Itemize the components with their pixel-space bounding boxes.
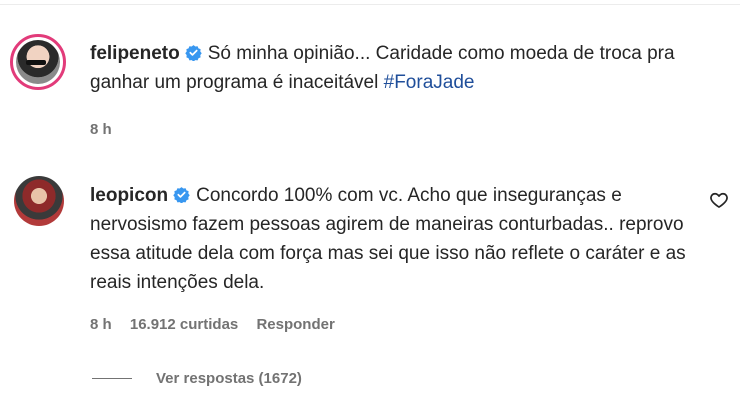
divider <box>0 4 740 5</box>
timestamp[interactable]: 8 h <box>90 121 112 138</box>
comment-meta: 8 h 16.912 curtidas Responder <box>90 316 349 333</box>
view-replies-button[interactable]: Ver respostas (1672) <box>92 370 302 387</box>
avatar[interactable] <box>10 34 66 90</box>
username[interactable]: leopicon <box>90 185 168 206</box>
replies-divider <box>92 378 132 379</box>
timestamp[interactable]: 8 h <box>90 316 112 333</box>
hashtag-link[interactable]: #ForaJade <box>384 72 475 93</box>
likes-count[interactable]: 16.912 curtidas <box>130 316 238 333</box>
avatar-image <box>16 40 60 84</box>
avatar[interactable] <box>14 176 64 226</box>
comment-meta: 8 h <box>90 121 126 138</box>
username[interactable]: felipeneto <box>90 43 180 64</box>
comment-text-block: leopicon Concordo 100% com vc. Acho que i… <box>90 181 715 297</box>
view-replies-label[interactable]: Ver respostas (1672) <box>156 370 302 387</box>
verified-badge-icon <box>185 45 202 61</box>
verified-badge-icon <box>173 187 190 203</box>
heart-icon[interactable] <box>709 190 729 210</box>
reply-button[interactable]: Responder <box>256 316 334 333</box>
comment-text-block: felipeneto Só minha opinião... Caridade c… <box>90 39 715 97</box>
